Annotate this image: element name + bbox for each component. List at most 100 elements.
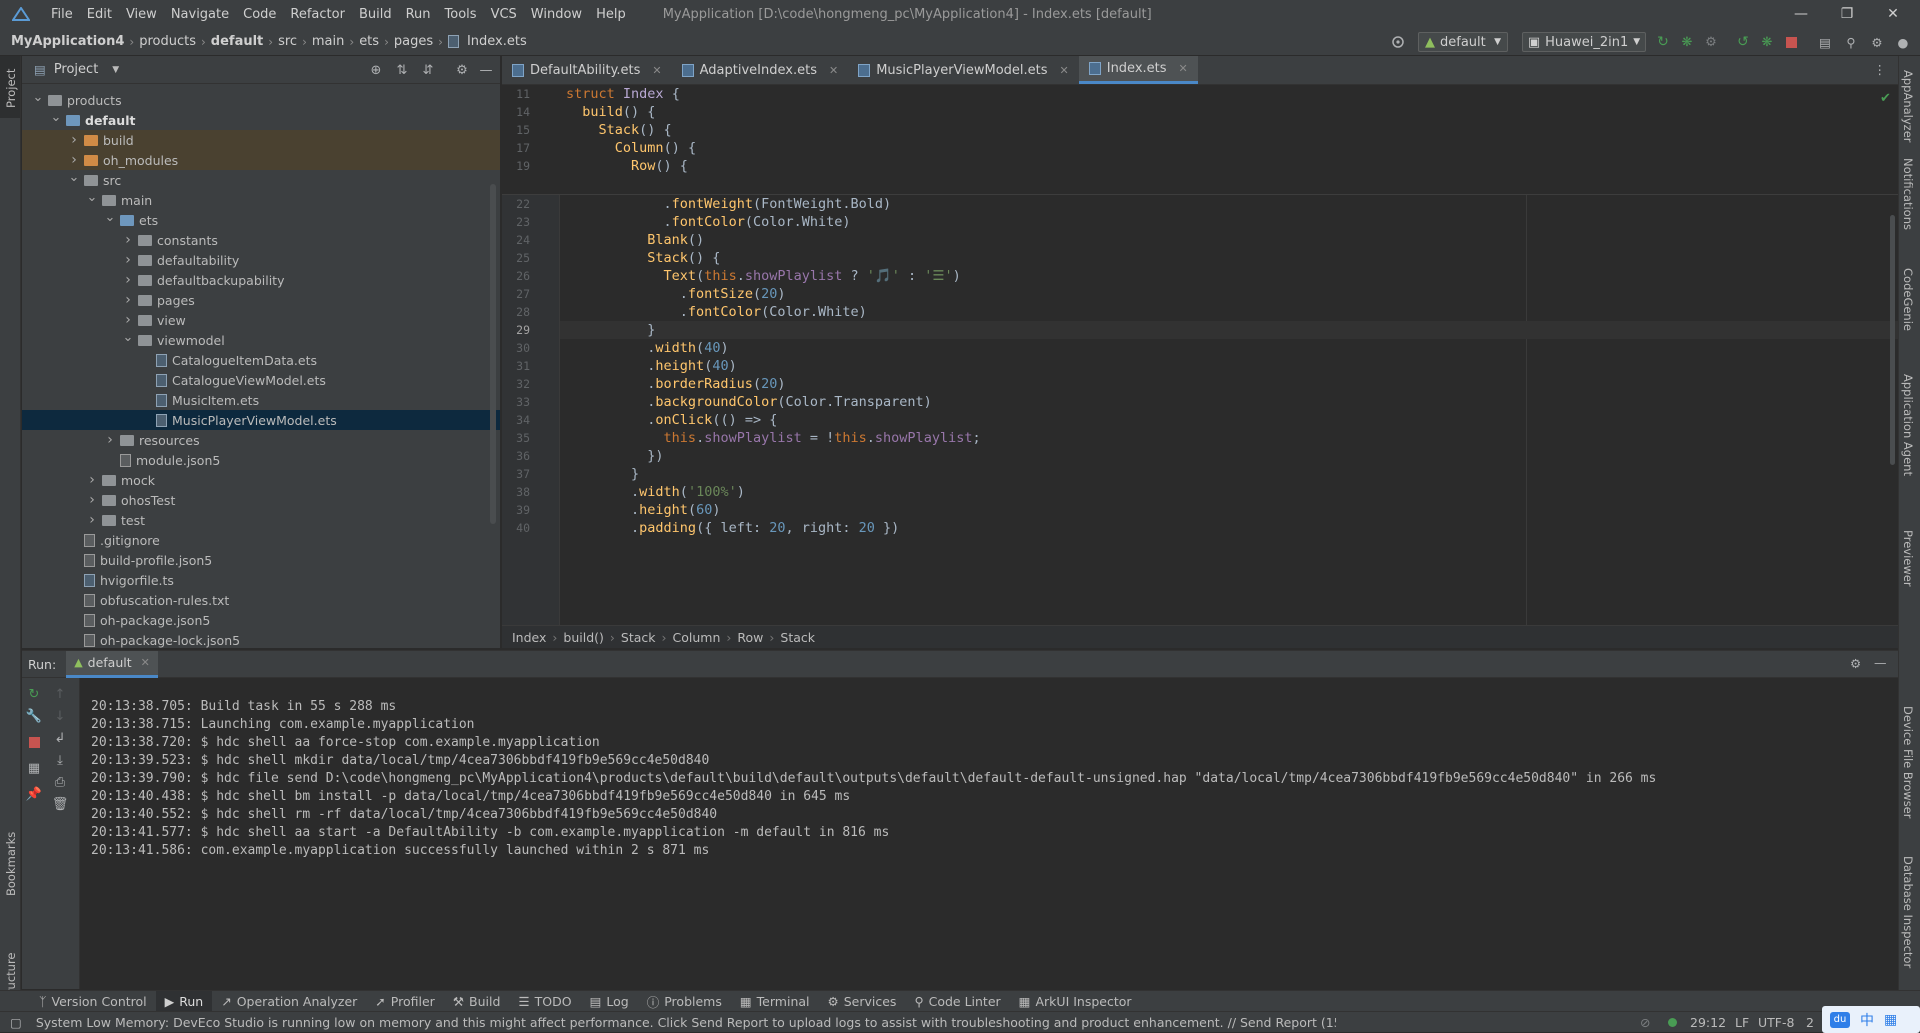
crumb-index[interactable]: Index: [512, 630, 546, 645]
menu-run[interactable]: Run: [399, 7, 438, 22]
project-panel-title[interactable]: Project: [54, 62, 98, 77]
apply-changes-icon[interactable]: ↺: [1734, 32, 1752, 52]
nav-crumb-src[interactable]: src: [275, 34, 300, 49]
tree-folder[interactable]: › resources: [22, 430, 500, 450]
tool-terminal[interactable]: ▦ Terminal: [731, 991, 819, 1012]
no-problems-check-icon[interactable]: ✔: [1880, 91, 1891, 106]
close-tab-icon[interactable]: ✕: [1179, 62, 1188, 75]
toggle-tool-windows-icon[interactable]: ▢: [10, 1015, 22, 1030]
tool-log[interactable]: ▤ Log: [581, 991, 638, 1012]
caret-position[interactable]: 29:12: [1690, 1015, 1726, 1030]
nav-crumb-pages[interactable]: pages: [391, 34, 436, 49]
tool-services[interactable]: ⚙ Services: [819, 991, 906, 1012]
chevron-down-icon[interactable]: ▼: [112, 65, 119, 75]
device-select[interactable]: ▣ Huawei_2in1 ▼: [1522, 32, 1646, 52]
tree-file[interactable]: obfuscation-rules.txt: [22, 590, 500, 610]
debug-icon[interactable]: ❋: [1678, 32, 1696, 52]
menu-vcs[interactable]: VCS: [484, 7, 524, 22]
chevron-right-icon[interactable]: ›: [122, 272, 134, 288]
chevron-down-icon[interactable]: ⌄: [68, 170, 80, 185]
tab-defaultability[interactable]: DefaultAbility.ets ✕: [502, 56, 672, 84]
tree-folder[interactable]: › mock: [22, 470, 500, 490]
file-encoding[interactable]: UTF-8: [1758, 1015, 1794, 1030]
tree-folder[interactable]: › view: [22, 310, 500, 330]
tree-folder[interactable]: › constants: [22, 230, 500, 250]
tab-musicplayerviewmodel[interactable]: MusicPlayerViewModel.ets ✕: [848, 56, 1079, 84]
tree-folder[interactable]: ⌄ ets: [22, 210, 500, 230]
tree-folder[interactable]: ⌄ src: [22, 170, 500, 190]
no-connection-icon[interactable]: ⊘: [1640, 1015, 1650, 1030]
nav-crumb-ets[interactable]: ets: [356, 34, 382, 49]
tab-adaptiveindex[interactable]: AdaptiveIndex.ets ✕: [672, 56, 849, 84]
menu-window[interactable]: Window: [524, 7, 589, 22]
search-icon[interactable]: ⚲: [1842, 32, 1860, 52]
tool-profiler[interactable]: ➚ Profiler: [366, 991, 444, 1012]
print-icon[interactable]: ⎙: [52, 774, 68, 790]
status-indicator-icon[interactable]: [1668, 1018, 1677, 1027]
chevron-right-icon[interactable]: ›: [122, 312, 134, 328]
rerun-icon[interactable]: ↻: [1654, 32, 1672, 52]
tree-folder[interactable]: › defaultbackupability: [22, 270, 500, 290]
indent-setting[interactable]: 2: [1806, 1015, 1814, 1030]
tool-build[interactable]: ⚒ Build: [444, 991, 510, 1012]
scroll-up-icon[interactable]: ↑: [52, 686, 68, 702]
layout-icon[interactable]: ▦: [26, 760, 42, 776]
stripe-codegenie[interactable]: CodeGenie: [1901, 268, 1915, 331]
tree-file[interactable]: hvigorfile.ts: [22, 570, 500, 590]
stripe-application-agent[interactable]: Application Agent: [1901, 374, 1915, 476]
code-editor[interactable]: 2122232425262728293031323334353637383940…: [502, 85, 1898, 625]
scroll-to-end-icon[interactable]: ⤓: [52, 752, 68, 768]
crumb-stack[interactable]: Stack: [621, 630, 656, 645]
project-stripe-button[interactable]: Project: [0, 56, 20, 118]
menu-view[interactable]: View: [119, 7, 164, 22]
pin-icon[interactable]: 📌: [26, 786, 42, 802]
code-line[interactable]: .padding({ left: 20, right: 20 }): [566, 517, 899, 539]
menu-navigate[interactable]: Navigate: [164, 7, 236, 22]
account-icon[interactable]: ●: [1894, 32, 1912, 52]
collapse-all-icon[interactable]: ⇵: [420, 62, 436, 78]
close-tab-icon[interactable]: ✕: [1060, 64, 1069, 77]
stop-icon[interactable]: [1782, 32, 1800, 52]
run-tab-default[interactable]: ▲ default ✕: [66, 650, 158, 678]
menu-file[interactable]: File: [44, 7, 80, 22]
chevron-right-icon[interactable]: ›: [68, 132, 80, 148]
tree-folder[interactable]: › oh_modules: [22, 150, 500, 170]
trash-icon[interactable]: 🗑: [52, 796, 69, 812]
chevron-right-icon[interactable]: ›: [86, 492, 98, 508]
line-separator[interactable]: LF: [1735, 1015, 1749, 1030]
tree-folder[interactable]: ⌄ main: [22, 190, 500, 210]
tree-folder[interactable]: ⌄ products: [22, 90, 500, 110]
target-icon[interactable]: [1388, 32, 1408, 52]
project-structure-icon[interactable]: ▤: [1816, 32, 1834, 52]
crumb-column[interactable]: Column: [673, 630, 721, 645]
expand-all-icon[interactable]: ⇅: [394, 62, 410, 78]
chevron-right-icon[interactable]: ›: [86, 472, 98, 488]
tree-folder[interactable]: › defaultability: [22, 250, 500, 270]
tree-file[interactable]: module.json5: [22, 450, 500, 470]
tool-code-linter[interactable]: ⚲ Code Linter: [905, 991, 1009, 1012]
nav-crumb-file[interactable]: Index.ets: [464, 34, 530, 49]
tool-run[interactable]: ▶ Run: [155, 990, 213, 1012]
tree-file[interactable]: CatalogueItemData.ets: [22, 350, 500, 370]
nav-crumb-project[interactable]: MyApplication4: [8, 34, 127, 49]
profile-icon[interactable]: ❋: [1758, 32, 1776, 52]
tree-file[interactable]: MusicPlayerViewModel.ets: [22, 410, 500, 430]
close-tab-icon[interactable]: ✕: [829, 64, 838, 77]
nav-crumb-default[interactable]: default: [208, 34, 266, 49]
tree-file[interactable]: .gitignore: [22, 530, 500, 550]
scroll-down-icon[interactable]: ↓: [52, 708, 68, 724]
attach-debugger-icon[interactable]: ⚙: [1702, 32, 1720, 52]
menu-build[interactable]: Build: [352, 7, 399, 22]
chevron-right-icon[interactable]: ›: [86, 512, 98, 528]
stripe-previewer[interactable]: Previewer: [1901, 530, 1915, 587]
wrench-icon[interactable]: 🔧: [26, 708, 42, 724]
ime-widget[interactable]: du 中 ▦: [1822, 1006, 1920, 1033]
menu-tools[interactable]: Tools: [438, 7, 484, 22]
run-config-select[interactable]: ▲ default ▼: [1418, 32, 1508, 52]
chevron-right-icon[interactable]: ›: [122, 232, 134, 248]
close-tab-icon[interactable]: ✕: [652, 64, 661, 77]
soft-wrap-icon[interactable]: ↲: [52, 730, 68, 746]
chevron-right-icon[interactable]: ›: [68, 152, 80, 168]
rerun-icon[interactable]: ↻: [26, 686, 42, 702]
tree-file[interactable]: build-profile.json5: [22, 550, 500, 570]
